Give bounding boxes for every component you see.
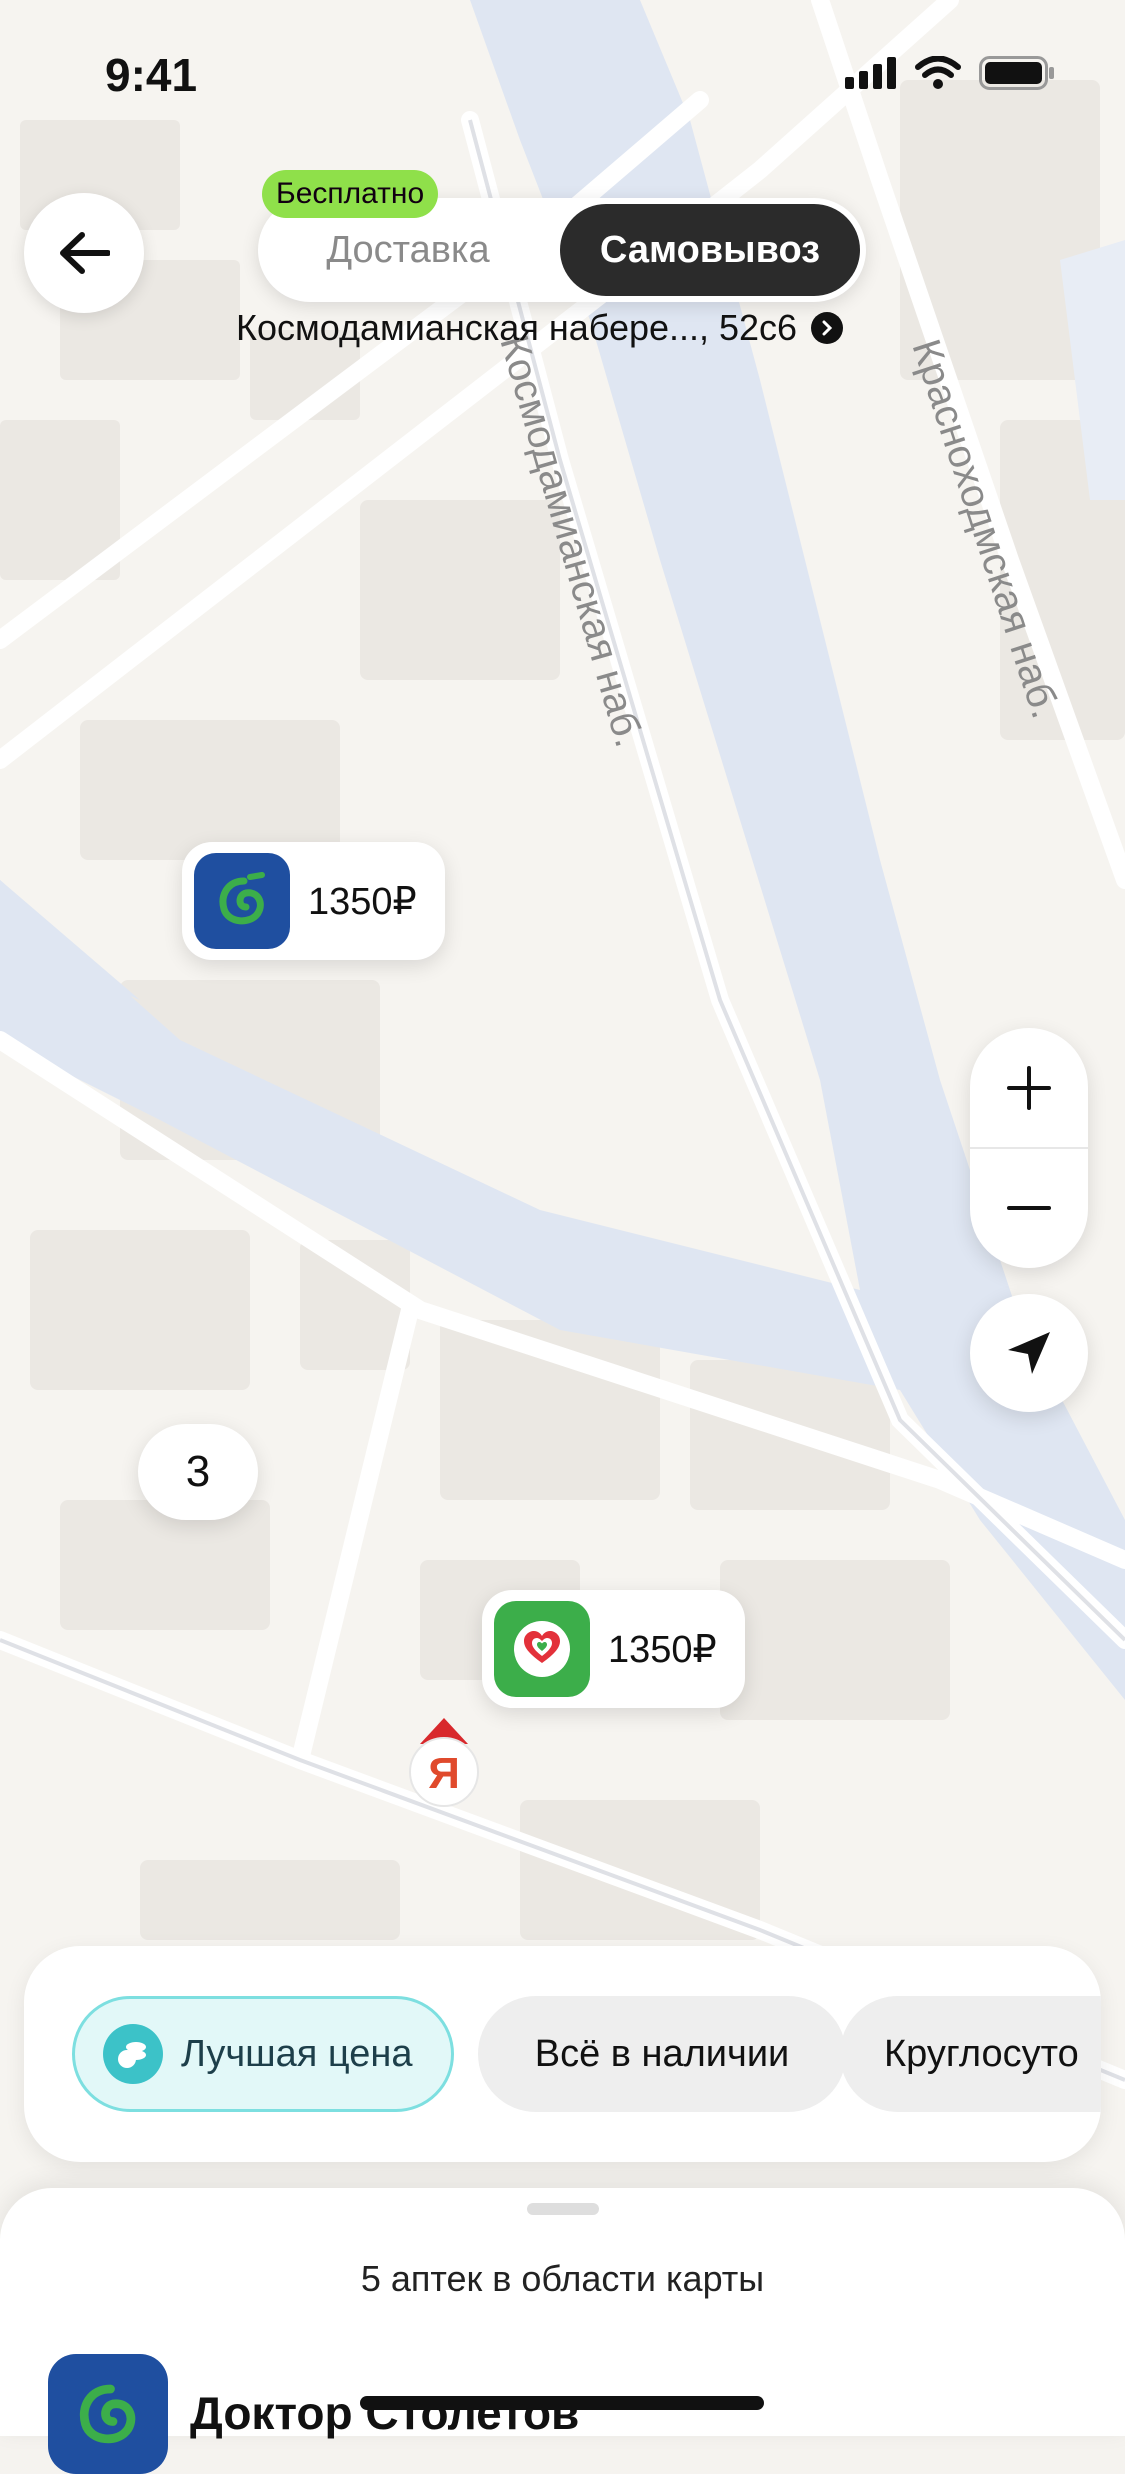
status-icons bbox=[845, 56, 1055, 90]
sheet-grabber[interactable] bbox=[527, 2203, 599, 2215]
minus-icon bbox=[1007, 1206, 1051, 1210]
home-indicator bbox=[360, 2396, 764, 2410]
filter-bar: Лучшая цена Всё в наличии Круглосуто bbox=[24, 1946, 1101, 2162]
navigation-arrow-icon bbox=[1008, 1332, 1050, 1374]
tab-pickup[interactable]: Самовывоз bbox=[560, 204, 860, 296]
battery-icon bbox=[979, 56, 1054, 90]
status-bar: 9:41 bbox=[0, 0, 1125, 150]
pharmacy-pin[interactable]: 1350₽ bbox=[482, 1590, 745, 1708]
zoom-out-button[interactable] bbox=[970, 1148, 1088, 1268]
yandex-marker-icon: Я bbox=[409, 1718, 479, 1807]
pharmacy-name[interactable]: Доктор Столетов bbox=[190, 2386, 579, 2440]
doctor-stoletov-logo-icon bbox=[194, 853, 290, 949]
coins-icon bbox=[103, 2024, 163, 2084]
chevron-right-icon bbox=[811, 312, 844, 344]
back-button[interactable] bbox=[24, 193, 144, 313]
pin-price: 1350₽ bbox=[608, 1628, 717, 1671]
svg-text:Я: Я bbox=[428, 1749, 460, 1798]
address-selector[interactable]: Космодамианская набере..., 52с6 bbox=[236, 300, 844, 356]
map-cluster[interactable]: 3 bbox=[138, 1424, 258, 1520]
pin-price: 1350₽ bbox=[308, 880, 417, 923]
my-location-button[interactable] bbox=[970, 1294, 1088, 1412]
free-badge: Бесплатно bbox=[262, 170, 439, 218]
pharmacy-pin[interactable]: 1350₽ bbox=[182, 842, 445, 960]
zoom-controls bbox=[970, 1028, 1088, 1268]
arrow-left-icon bbox=[60, 232, 110, 274]
chip-label: Лучшая цена bbox=[181, 2032, 413, 2075]
wifi-icon bbox=[915, 56, 961, 89]
filter-chip-best-price[interactable]: Лучшая цена bbox=[72, 1996, 454, 2112]
filter-chip-in-stock[interactable]: Всё в наличии bbox=[478, 1996, 846, 2112]
doctor-stoletov-logo-icon bbox=[48, 2354, 168, 2474]
plus-icon bbox=[1007, 1066, 1051, 1110]
sheet-title: 5 аптек в области карты bbox=[360, 2258, 765, 2299]
address-text: Космодамианская набере..., 52с6 bbox=[236, 307, 798, 348]
signal-icon bbox=[845, 57, 896, 89]
heart-pharmacy-logo-icon bbox=[494, 1601, 590, 1697]
zoom-in-button[interactable] bbox=[970, 1028, 1088, 1148]
status-time: 9:41 bbox=[105, 49, 198, 101]
filter-chip-24h[interactable]: Круглосуто bbox=[840, 1996, 1101, 2112]
